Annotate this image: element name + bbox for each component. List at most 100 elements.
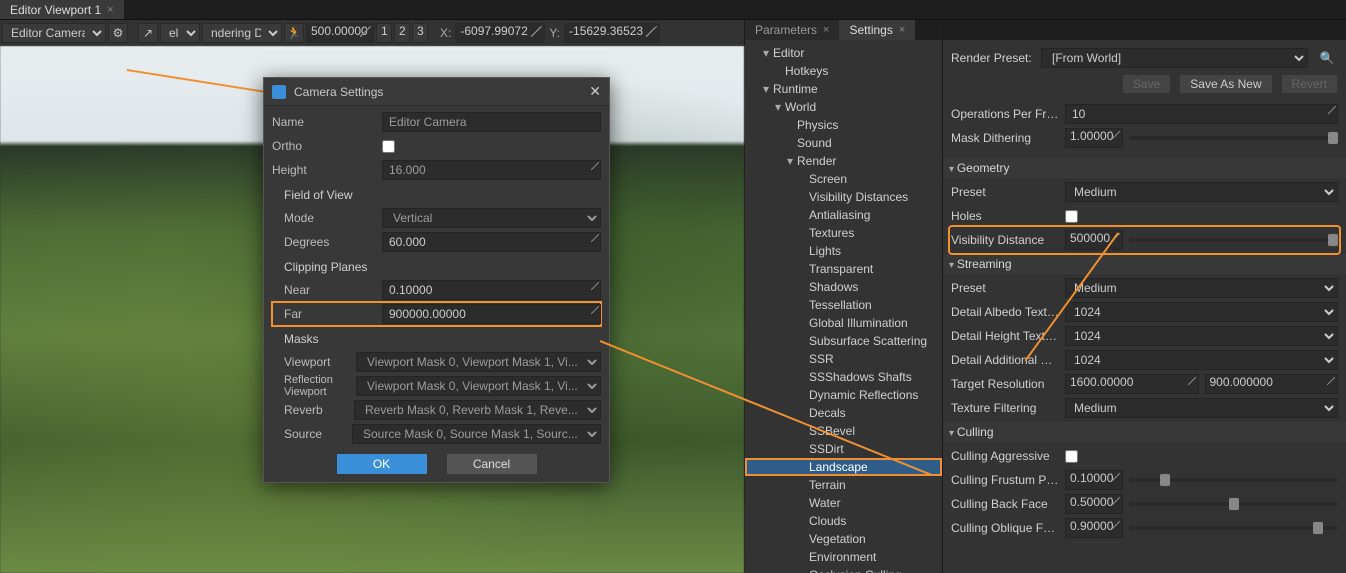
targres-y-field[interactable]: 900.000000 xyxy=(1205,374,1339,394)
ok-button[interactable]: OK xyxy=(337,454,427,474)
streaming-section[interactable]: Streaming xyxy=(943,254,1346,274)
tree-item-render[interactable]: ▾Render xyxy=(745,152,942,170)
tree-item-water[interactable]: Water xyxy=(745,494,942,512)
tree-item-environment[interactable]: Environment xyxy=(745,548,942,566)
mask-dithering-slider[interactable] xyxy=(1129,136,1338,140)
run-icon[interactable]: 🏃 xyxy=(284,23,304,43)
source-mask-select[interactable]: Source Mask 0, Source Mask 1, Sourc... xyxy=(352,424,601,444)
tree-item-transparent[interactable]: Transparent xyxy=(745,260,942,278)
tree-item-global-illumination[interactable]: Global Illumination xyxy=(745,314,942,332)
tree-item-occlusion-culling[interactable]: Occlusion Culling xyxy=(745,566,942,573)
tree-item-screen[interactable]: Screen xyxy=(745,170,942,188)
texfilt-select[interactable]: Medium xyxy=(1065,398,1338,418)
revert-button[interactable]: Revert xyxy=(1281,74,1338,94)
tree-item-shadows[interactable]: Shadows xyxy=(745,278,942,296)
cullagg-label: Culling Aggressive xyxy=(951,449,1059,463)
cullback-field[interactable]: 0.50000 xyxy=(1065,494,1123,514)
targres-x-field[interactable]: 1600.00000 xyxy=(1065,374,1199,394)
tab-parameters[interactable]: Parameters× xyxy=(745,20,839,40)
addmask-select[interactable]: 1024 xyxy=(1065,350,1338,370)
camera-select[interactable]: Editor Camera xyxy=(2,23,106,43)
close-icon[interactable]: × xyxy=(107,4,113,16)
tab-editor-viewport[interactable]: Editor Viewport 1 × xyxy=(0,0,124,19)
visibility-distance-row: Visibility Distance 500000. xyxy=(951,228,1338,252)
viewport-layout-3[interactable]: 3 xyxy=(412,23,428,43)
refl-mask-select[interactable]: Viewport Mask 0, Viewport Mask 1, Vi... xyxy=(356,376,601,396)
search-icon[interactable]: 🔍 xyxy=(1316,47,1338,69)
tree-item-sound[interactable]: Sound xyxy=(745,134,942,152)
tree-item-ssbevel[interactable]: SSBevel xyxy=(745,422,942,440)
viewport-layout-1[interactable]: 1 xyxy=(376,23,392,43)
save-button[interactable]: Save xyxy=(1122,74,1171,94)
tree-item-subsurface-scattering[interactable]: Subsurface Scattering xyxy=(745,332,942,350)
geom-preset-label: Preset xyxy=(951,185,1059,199)
gear-icon[interactable]: ⚙ xyxy=(108,23,128,43)
visdist-field[interactable]: 500000. xyxy=(1065,230,1123,250)
tree-item-visibility-distances[interactable]: Visibility Distances xyxy=(745,188,942,206)
tree-item-runtime[interactable]: ▾Runtime xyxy=(745,80,942,98)
stream-preset-select[interactable]: Medium xyxy=(1065,278,1338,298)
culling-section[interactable]: Culling xyxy=(943,422,1346,442)
close-icon[interactable]: × xyxy=(899,24,905,36)
ops-per-frame-label: Operations Per Frame xyxy=(951,107,1059,121)
tree-item-ssr[interactable]: SSR xyxy=(745,350,942,368)
geometry-section[interactable]: Geometry xyxy=(943,158,1346,178)
helpers-select[interactable]: elpe xyxy=(160,23,200,43)
cancel-button[interactable]: Cancel xyxy=(447,454,537,474)
render-preset-select[interactable]: [From World] xyxy=(1041,48,1308,68)
fov-mode-select[interactable]: Vertical xyxy=(382,208,601,228)
cullfru-field[interactable]: 0.10000 xyxy=(1065,470,1123,490)
tree-item-antialiasing[interactable]: Antialiasing xyxy=(745,206,942,224)
cullback-slider[interactable] xyxy=(1129,502,1338,506)
cullfru-slider[interactable] xyxy=(1129,478,1338,482)
render-debug-select[interactable]: ndering Deb xyxy=(202,23,282,43)
tree-item-ssdirt[interactable]: SSDirt xyxy=(745,440,942,458)
cullback-label: Culling Back Face xyxy=(951,497,1059,511)
cullagg-checkbox[interactable] xyxy=(1065,450,1078,463)
ortho-checkbox[interactable] xyxy=(382,140,395,153)
mask-dithering-field[interactable]: 1.00000 xyxy=(1065,128,1123,148)
tree-item-textures[interactable]: Textures xyxy=(745,224,942,242)
holes-checkbox[interactable] xyxy=(1065,210,1078,223)
ops-per-frame-field[interactable] xyxy=(1065,104,1338,124)
viewport-mask-select[interactable]: Viewport Mask 0, Viewport Mask 1, Vi... xyxy=(356,352,601,372)
reverb-mask-select[interactable]: Reverb Mask 0, Reverb Mask 1, Reve... xyxy=(354,400,601,420)
visdist-slider[interactable] xyxy=(1129,238,1338,242)
viewport-layout-2[interactable]: 2 xyxy=(394,23,410,43)
tree-item-ssshadows-shafts[interactable]: SSShadows Shafts xyxy=(745,368,942,386)
tree-item-lights[interactable]: Lights xyxy=(745,242,942,260)
albedo-select[interactable]: 1024 xyxy=(1065,302,1338,322)
geom-preset-select[interactable]: Medium xyxy=(1065,182,1338,202)
tree-item-dynamic-reflections[interactable]: Dynamic Reflections xyxy=(745,386,942,404)
tree-item-clouds[interactable]: Clouds xyxy=(745,512,942,530)
navigation-mode-icon[interactable]: ↗ xyxy=(138,23,158,43)
coord-x-label: X: xyxy=(438,26,453,40)
dialog-title: Camera Settings xyxy=(294,85,383,99)
tree-item-world[interactable]: ▾World xyxy=(745,98,942,116)
gizmo-size-field[interactable]: 500.00000 xyxy=(306,23,374,43)
coord-y-field[interactable]: -15629.36523 xyxy=(564,23,660,43)
close-icon[interactable]: × xyxy=(823,24,829,36)
tree-item-tessellation[interactable]: Tessellation xyxy=(745,296,942,314)
close-icon[interactable]: ✕ xyxy=(589,83,601,100)
tree-item-hotkeys[interactable]: Hotkeys xyxy=(745,62,942,80)
culloblq-slider[interactable] xyxy=(1129,526,1338,530)
tree-item-decals[interactable]: Decals xyxy=(745,404,942,422)
camera-name-field[interactable] xyxy=(382,112,601,132)
camera-height-field[interactable] xyxy=(382,160,601,180)
heighttex-select[interactable]: 1024 xyxy=(1065,326,1338,346)
culloblq-field[interactable]: 0.90000 xyxy=(1065,518,1123,538)
near-clip-field[interactable] xyxy=(382,280,601,300)
coord-x-field[interactable]: -6097.99072 xyxy=(455,23,545,43)
tree-item-physics[interactable]: Physics xyxy=(745,116,942,134)
tree-item-vegetation[interactable]: Vegetation xyxy=(745,530,942,548)
app-icon xyxy=(272,85,286,99)
tree-item-terrain[interactable]: Terrain xyxy=(745,476,942,494)
tree-item-editor[interactable]: ▾Editor xyxy=(745,44,942,62)
render-preset-label: Render Preset: xyxy=(951,51,1033,65)
cullfru-label: Culling Frustum Pad... xyxy=(951,473,1059,487)
far-clip-field[interactable] xyxy=(382,304,601,324)
save-as-new-button[interactable]: Save As New xyxy=(1179,74,1272,94)
fov-degrees-field[interactable] xyxy=(382,232,601,252)
tab-settings[interactable]: Settings× xyxy=(839,20,915,40)
